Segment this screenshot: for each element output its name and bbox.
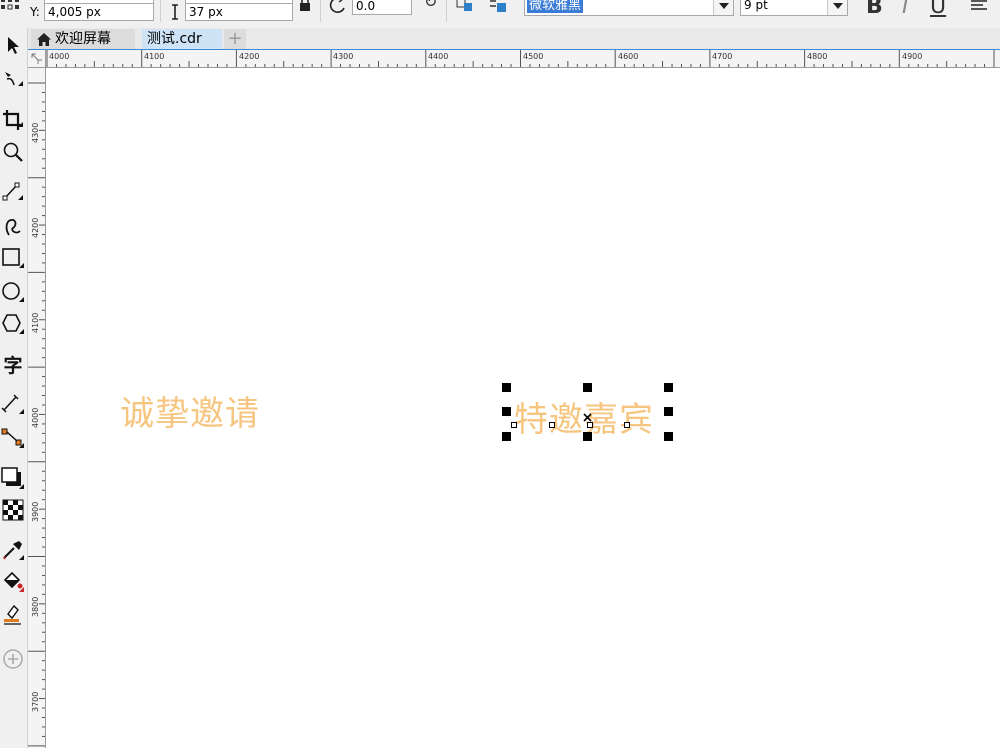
character-node[interactable] [511,422,517,428]
ruler-label: 4000 [49,52,70,61]
selection-handle-bottom-right[interactable] [664,432,673,441]
selection-handle-top-right[interactable] [664,383,673,392]
font-family-value: 微软雅黑 [527,0,584,13]
y-position-field[interactable]: 4,005 px [44,3,154,21]
ruler-label: 4000 [31,407,40,428]
height-field[interactable]: 37 px [185,3,293,21]
ruler-label: 4100 [31,312,40,333]
font-family-dropdown[interactable]: 微软雅黑 [524,0,734,16]
text-object[interactable]: 诚挚邀请 [120,386,260,435]
height-icon [170,4,180,24]
drawing-canvas[interactable]: 诚挚邀请 特邀嘉宾 [46,68,1000,748]
transparency-tool-icon[interactable] [0,496,26,524]
parallel-dimension-tool-icon[interactable] [0,390,26,418]
separator [320,0,321,22]
rotation-icon [328,0,350,20]
ruler-label: 3800 [31,596,40,617]
italic-button[interactable]: I [902,0,909,19]
ruler-label: 4400 [428,52,449,61]
ruler-label: 4700 [712,52,733,61]
smart-fill-tool-icon[interactable] [0,600,26,628]
ruler-corner[interactable] [28,50,46,68]
lock-ratio-icon[interactable] [299,0,311,16]
separator [160,0,161,22]
mirror-icon[interactable]: ↻ [424,0,437,11]
ruler-label: 4500 [523,52,544,61]
ruler-label: 4300 [31,122,40,143]
ruler-label: 4100 [144,52,165,61]
rectangle-tool-icon[interactable] [0,244,26,272]
underline-button[interactable]: U [930,0,946,19]
selection-handle-top[interactable] [583,383,592,392]
text-tool-icon[interactable]: 字 [0,350,26,378]
interactive-fill-tool-icon[interactable] [0,568,26,596]
ruler-label: 4300 [333,52,354,61]
selection-handle-bottom[interactable] [583,432,592,441]
ruler-label: 4600 [618,52,639,61]
add-tab-button[interactable]: + [224,29,246,49]
horizontal-ruler-ticks [46,50,995,67]
pick-tool-icon[interactable] [0,32,26,60]
object-origin-icon[interactable] [0,0,22,15]
character-node[interactable] [624,422,630,428]
ruler-label: 4200 [239,52,260,61]
ruler-label: 3900 [31,501,40,522]
rotation-field[interactable]: 0.0 [352,0,412,15]
bold-button[interactable]: B [866,0,883,19]
eyedropper-tool-icon[interactable] [0,536,26,564]
freehand-tool-icon[interactable] [0,178,26,206]
ruler-label: 3700 [31,691,40,712]
ruler-label: 4200 [31,217,40,238]
ruler-label: 4800 [807,52,828,61]
tab-document[interactable]: 测试.cdr [142,29,222,49]
chevron-down-icon[interactable] [827,0,847,15]
tab-label: 测试.cdr [147,31,202,47]
document-tab-bar: 欢迎屏幕 测试.cdr + [28,28,1000,50]
character-node[interactable] [587,422,593,428]
horizontal-ruler[interactable]: 4000 4100 4200 4300 4400 4500 4600 4700 … [28,50,1000,68]
connector-tool-icon[interactable] [0,424,26,452]
selection-handle-right[interactable] [664,407,673,416]
text-frame-icon[interactable] [456,0,476,17]
ellipse-tool-icon[interactable] [0,278,26,306]
separator [446,0,447,22]
character-node[interactable] [549,422,555,428]
align-objects-icon[interactable] [488,0,510,18]
add-tool-icon[interactable] [0,645,26,673]
zoom-tool-icon[interactable] [0,138,26,166]
ruler-label: 4900 [902,52,923,61]
polygon-tool-icon[interactable] [0,310,26,338]
artistic-media-tool-icon[interactable] [0,212,26,240]
tab-welcome-screen[interactable]: 欢迎屏幕 [31,29,135,49]
chevron-down-icon[interactable] [713,0,733,15]
font-size-dropdown[interactable]: 9 pt [740,0,848,16]
vertical-ruler[interactable]: 4300 4200 4100 4000 3900 3800 3700 [28,68,46,748]
shape-tool-icon[interactable] [0,66,26,94]
home-icon [37,32,51,52]
selection-handle-bottom-left[interactable] [502,432,511,441]
property-bar: Y: 4,005 px 37 px 0.0 ↻ 微软雅黑 9 pt B I U [0,0,1000,28]
toolbox: 字 [0,28,28,748]
drop-shadow-tool-icon[interactable] [0,464,26,492]
selection-handle-left[interactable] [502,407,511,416]
tab-label: 欢迎屏幕 [55,31,111,47]
crop-tool-icon[interactable] [0,106,26,134]
font-size-value: 9 pt [744,0,768,12]
text-align-icon[interactable] [970,0,990,17]
rotation-center-icon[interactable] [583,407,592,422]
text-tool-glyph: 字 [3,354,23,377]
selection-handle-top-left[interactable] [502,383,511,392]
y-position-label: Y: [30,5,40,19]
